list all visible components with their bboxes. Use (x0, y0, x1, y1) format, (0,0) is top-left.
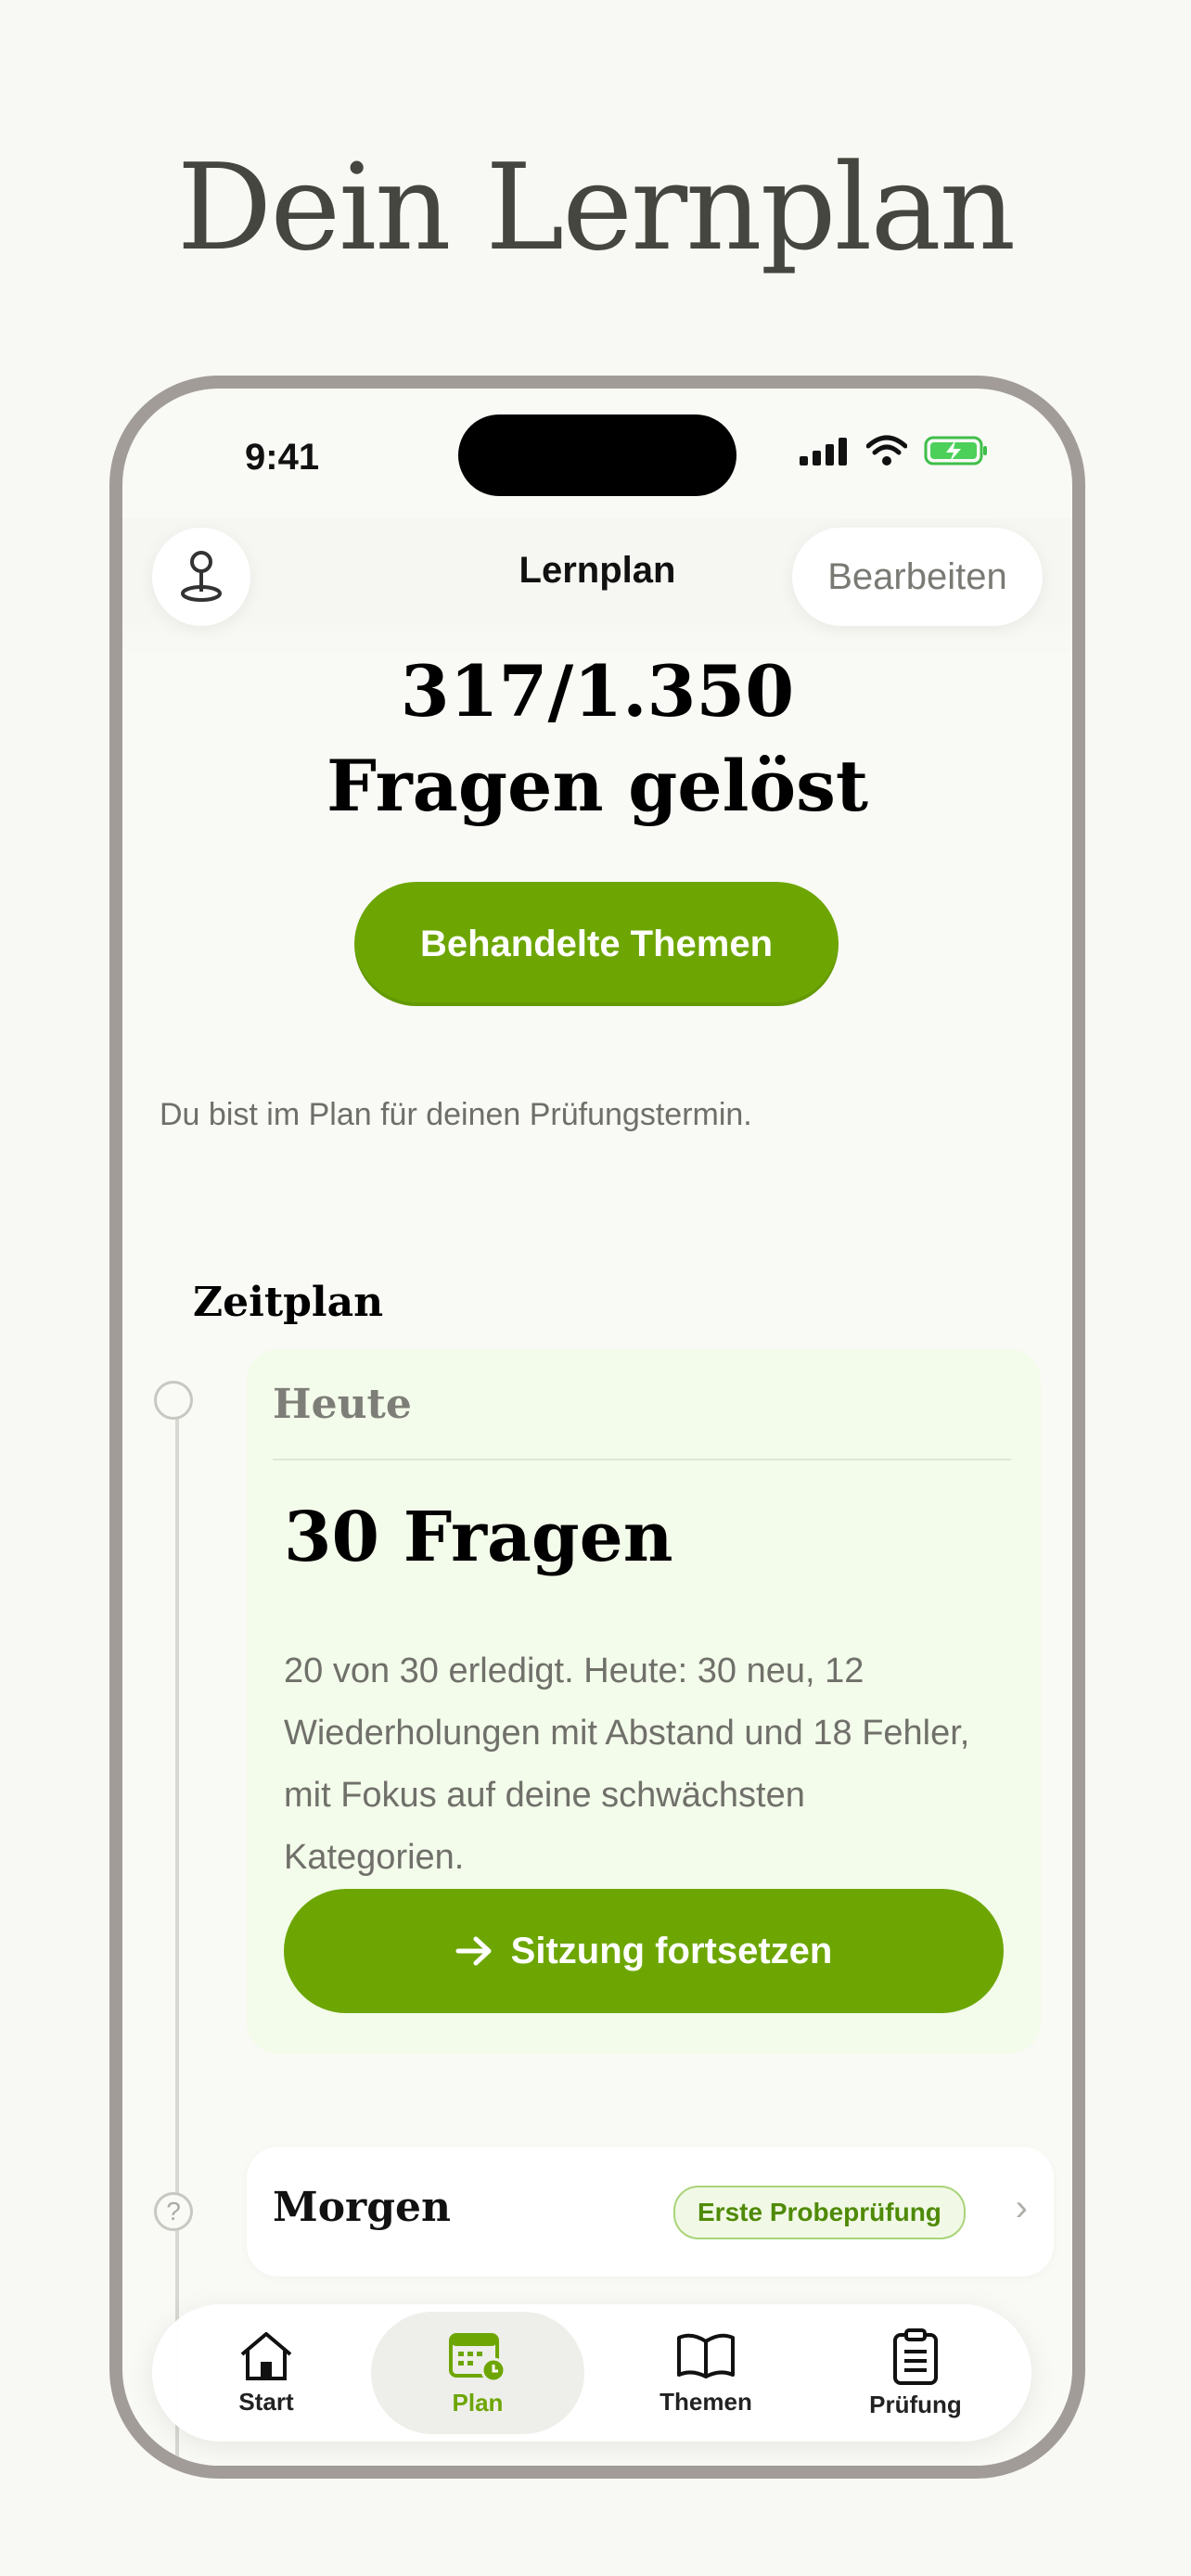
progress-count: 317/1.350 (400, 650, 795, 733)
page-headline: Dein Lernplan (176, 139, 1016, 277)
battery-icon (924, 436, 987, 465)
practice-exam-badge: Erste Probeprüfung (673, 2186, 966, 2239)
continue-session-label: Sitzung fortsetzen (510, 1930, 833, 1971)
divider (273, 1459, 1011, 1460)
status-time: 9:41 (245, 437, 320, 478)
chevron-right-icon: › (1015, 2187, 1028, 2228)
tab-bar: Start Plan Themen Prüfung (152, 2304, 1031, 2442)
today-description: 20 von 30 erledigt. Heute: 30 neu, 12 Wi… (284, 1651, 970, 1877)
question-mark-icon: ? (154, 2192, 193, 2231)
tab-plan-label: Plan (452, 2388, 504, 2417)
tab-start[interactable]: Start (160, 2312, 373, 2434)
arrow-right-icon (455, 1936, 492, 1966)
tomorrow-row[interactable]: Morgen Erste Probeprüfung › (247, 2147, 1054, 2276)
progress-label: Fragen gelöst (326, 745, 869, 827)
book-icon (677, 2333, 735, 2378)
plan-status-note: Du bist im Plan für deinen Prüfungstermi… (160, 1097, 752, 1132)
tab-start-label: Start (238, 2387, 294, 2416)
edit-button[interactable]: Bearbeiten (792, 528, 1043, 626)
tab-pruefung-label: Prüfung (869, 2390, 962, 2418)
tomorrow-label: Morgen (273, 2184, 451, 2231)
schedule-title: Zeitplan (193, 1279, 384, 1326)
tab-pruefung[interactable]: Prüfung (809, 2312, 1022, 2434)
calendar-icon (449, 2332, 506, 2382)
today-label: Heute (273, 1381, 412, 1428)
signal-icon (800, 438, 847, 465)
covered-topics-button[interactable]: Behandelte Themen (354, 882, 839, 1006)
clipboard-icon (893, 2327, 938, 2385)
phone-frame: 9:41 Lernplan Bearbeiten 317/1.350 Frage… (109, 376, 1085, 2479)
timeline-dot-today (154, 1381, 193, 1420)
continue-session-button[interactable]: Sitzung fortsetzen (284, 1889, 1004, 2013)
tab-themen-label: Themen (660, 2387, 752, 2416)
dynamic-island (458, 414, 736, 496)
today-card: Heute 30 Fragen 20 von 30 erledigt. Heut… (247, 1349, 1041, 2054)
tab-themen[interactable]: Themen (599, 2312, 813, 2434)
today-question-count: 30 Fragen (284, 1498, 673, 1577)
tab-plan[interactable]: Plan (371, 2312, 584, 2434)
status-icons (800, 435, 989, 466)
wifi-icon (866, 435, 907, 465)
home-icon (240, 2331, 292, 2380)
